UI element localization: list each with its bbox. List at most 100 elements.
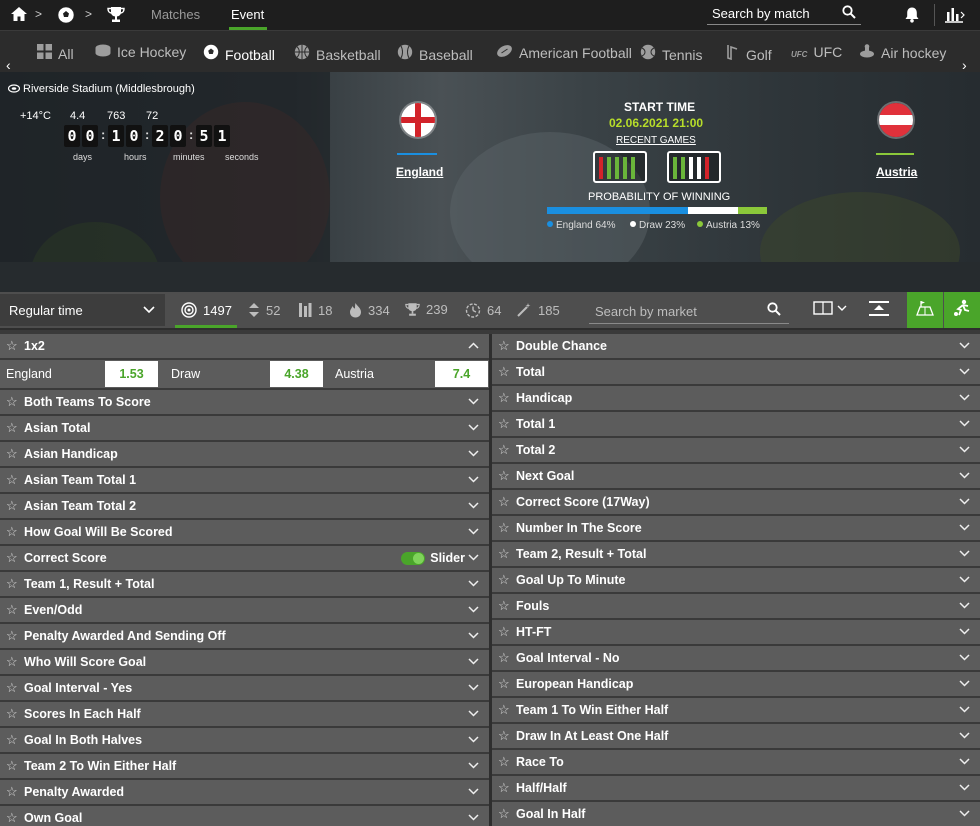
star-icon[interactable]: ☆ <box>6 550 18 566</box>
market-header[interactable]: ☆ Scores In Each Half <box>0 702 489 726</box>
period-select[interactable]: Regular time <box>0 294 165 326</box>
star-icon[interactable]: ☆ <box>6 732 18 748</box>
star-icon[interactable]: ☆ <box>6 706 18 722</box>
star-icon[interactable]: ☆ <box>498 676 510 692</box>
field-view-button[interactable] <box>907 292 943 328</box>
chevron-down-icon[interactable] <box>468 758 479 772</box>
market-header[interactable]: ☆ Next Goal <box>492 464 980 488</box>
sport-tab-ice-hockey[interactable]: Ice Hockey <box>95 44 186 60</box>
market-header[interactable]: ☆ Even/Odd <box>0 598 489 622</box>
market-header[interactable]: ☆ Penalty Awarded And Sending Off <box>0 624 489 648</box>
home-icon[interactable] <box>10 6 28 26</box>
chevron-down-icon[interactable] <box>468 420 479 434</box>
search-icon[interactable] <box>767 302 781 319</box>
chevron-down-icon[interactable] <box>959 416 970 430</box>
star-icon[interactable]: ☆ <box>6 524 18 540</box>
sport-tab-ufc[interactable]: UFC UFC <box>791 44 842 60</box>
star-icon[interactable]: ☆ <box>498 494 510 510</box>
chevron-down-icon[interactable] <box>959 728 970 742</box>
statistics-icon[interactable] <box>944 5 966 27</box>
star-icon[interactable]: ☆ <box>498 728 510 744</box>
chevron-down-icon[interactable] <box>959 338 970 352</box>
chevron-down-icon[interactable] <box>468 810 479 824</box>
chevron-down-icon[interactable] <box>959 676 970 690</box>
chevron-down-icon[interactable] <box>468 706 479 720</box>
market-header[interactable]: ☆ Half/Half <box>492 776 980 800</box>
chevron-down-icon[interactable] <box>959 572 970 586</box>
market-header[interactable]: ☆ Draw In At Least One Half <box>492 724 980 748</box>
chevron-down-icon[interactable] <box>959 624 970 638</box>
match-search-input[interactable]: Search by match <box>707 3 861 25</box>
star-icon[interactable]: ☆ <box>498 390 510 406</box>
chevron-down-icon[interactable] <box>468 576 479 590</box>
market-header[interactable]: ☆ Handicap <box>492 386 980 410</box>
market-header[interactable]: ☆ Asian Team Total 2 <box>0 494 489 518</box>
scroll-right-icon[interactable]: › <box>962 57 967 73</box>
slider-toggle[interactable] <box>401 552 425 565</box>
live-stats-button[interactable] <box>944 292 980 328</box>
chevron-down-icon[interactable] <box>959 702 970 716</box>
layout-columns-icon[interactable] <box>813 300 849 320</box>
filter-all-markets[interactable]: 1497 <box>181 302 232 318</box>
chevron-up-icon[interactable] <box>468 338 479 352</box>
market-search-input[interactable]: Search by market <box>589 296 789 324</box>
sport-tab-tennis[interactable]: Tennis <box>640 44 702 63</box>
filter-extra[interactable]: 185 <box>516 302 560 318</box>
star-icon[interactable]: ☆ <box>498 806 510 822</box>
scroll-left-icon[interactable]: ‹ <box>6 57 11 73</box>
chevron-down-icon[interactable] <box>468 550 479 564</box>
market-header[interactable]: ☆ European Handicap <box>492 672 980 696</box>
market-header[interactable]: ☆ Goal Interval - No <box>492 646 980 670</box>
market-header[interactable]: ☆ Goal Up To Minute <box>492 568 980 592</box>
collapse-all-icon[interactable] <box>868 300 890 322</box>
market-header[interactable]: ☆ Total <box>492 360 980 384</box>
star-icon[interactable]: ☆ <box>498 364 510 380</box>
market-header[interactable]: ☆ Asian Handicap <box>0 442 489 466</box>
event-link[interactable]: Event <box>231 7 264 22</box>
star-icon[interactable]: ☆ <box>6 498 18 514</box>
filter-handicap[interactable]: 52 <box>248 302 280 318</box>
trophy-icon[interactable] <box>107 6 125 27</box>
market-header[interactable]: ☆ Asian Team Total 1 <box>0 468 489 492</box>
chevron-down-icon[interactable] <box>468 602 479 616</box>
filter-special[interactable]: 239 <box>405 302 448 317</box>
sport-tab-basketball[interactable]: Basketball <box>294 44 381 63</box>
sport-tab-golf[interactable]: Golf <box>724 44 772 63</box>
chevron-down-icon[interactable] <box>468 732 479 746</box>
sport-tab-football[interactable]: Football <box>203 44 275 63</box>
star-icon[interactable]: ☆ <box>6 446 18 462</box>
sport-tab-air-hockey[interactable]: Air hockey <box>859 44 946 61</box>
market-header[interactable]: ☆ Asian Total <box>0 416 489 440</box>
market-header[interactable]: ☆ Goal In Both Halves <box>0 728 489 752</box>
chevron-down-icon[interactable] <box>959 390 970 404</box>
market-header[interactable]: ☆ Own Goal <box>0 806 489 826</box>
star-icon[interactable]: ☆ <box>6 810 18 826</box>
chevron-down-icon[interactable] <box>468 524 479 538</box>
away-team-name[interactable]: Austria <box>876 165 917 179</box>
star-icon[interactable]: ☆ <box>498 754 510 770</box>
chevron-down-icon[interactable] <box>959 546 970 560</box>
odds-button[interactable]: 7.4 <box>435 361 488 387</box>
market-header[interactable]: ☆ Team 2, Result + Total <box>492 542 980 566</box>
market-header[interactable]: ☆ Race To <box>492 750 980 774</box>
odds-button[interactable]: 4.38 <box>270 361 323 387</box>
market-header[interactable]: ☆ Both Teams To Score <box>0 390 489 414</box>
star-icon[interactable]: ☆ <box>6 420 18 436</box>
market-header[interactable]: ☆ Goal In Half <box>492 802 980 826</box>
chevron-down-icon[interactable] <box>468 394 479 408</box>
sport-tab-baseball[interactable]: Baseball <box>397 44 473 63</box>
market-header[interactable]: ☆ Goal Interval - Yes <box>0 676 489 700</box>
star-icon[interactable]: ☆ <box>498 520 510 536</box>
star-icon[interactable]: ☆ <box>498 546 510 562</box>
market-header[interactable]: ☆ Penalty Awarded <box>0 780 489 804</box>
chevron-down-icon[interactable] <box>468 654 479 668</box>
star-icon[interactable]: ☆ <box>6 394 18 410</box>
star-icon[interactable]: ☆ <box>498 468 510 484</box>
star-icon[interactable]: ☆ <box>6 784 18 800</box>
star-icon[interactable]: ☆ <box>498 442 510 458</box>
filter-totals[interactable]: 18 <box>298 302 332 318</box>
chevron-down-icon[interactable] <box>468 498 479 512</box>
market-header[interactable]: ☆ Total 1 <box>492 412 980 436</box>
star-icon[interactable]: ☆ <box>6 654 18 670</box>
star-icon[interactable]: ☆ <box>498 702 510 718</box>
